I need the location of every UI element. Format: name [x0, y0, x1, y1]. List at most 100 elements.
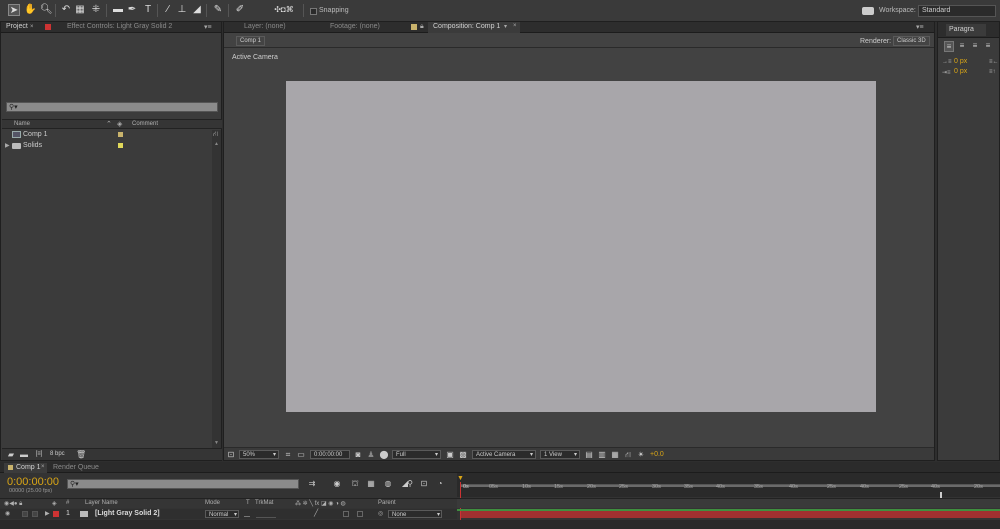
solo-toggle[interactable] [22, 511, 28, 517]
video-eye-icon[interactable]: ◉ [5, 510, 10, 517]
show-snapshot-icon[interactable]: ♟ [366, 450, 376, 459]
adjustment-toggle[interactable] [357, 511, 363, 517]
tab-effect-controls[interactable]: Effect Controls: Light Gray Solid 2 [67, 23, 172, 30]
renderer-button[interactable]: Classic 3D [893, 36, 930, 46]
new-folder-icon[interactable]: ▬ [19, 450, 29, 459]
zoom-select[interactable]: 50% ▾ [239, 450, 279, 459]
interpret-footage-icon[interactable]: ▰ [6, 450, 16, 459]
hand-tool-icon[interactable]: ✋ [24, 4, 36, 16]
label-swatch[interactable] [118, 143, 123, 148]
rotation-tool-icon[interactable]: ↶ [60, 4, 72, 16]
lock-icon[interactable]: 🔒︎ [420, 23, 424, 31]
composition-canvas[interactable] [286, 81, 876, 412]
preserve-transparency-toggle[interactable] [244, 511, 250, 517]
camera-tool-icon[interactable]: ▦ [74, 4, 86, 16]
pen-tool-icon[interactable]: ✒ [126, 4, 138, 16]
close-icon[interactable]: × [513, 23, 517, 29]
align-center-icon[interactable]: ≡ [957, 41, 967, 50]
rectangle-tool-icon[interactable]: ▬ [112, 4, 124, 16]
col-t[interactable]: T [246, 500, 250, 506]
always-preview-icon[interactable]: ⊡ [226, 450, 236, 459]
layer-name[interactable]: [Light Gray Solid 2] [95, 510, 160, 517]
layer-duration-bar[interactable] [461, 510, 1000, 518]
workspace-select[interactable]: Standard [918, 5, 996, 17]
col-parent[interactable]: Parent [378, 500, 396, 506]
frame-blending-icon[interactable]: ▦ [366, 479, 376, 488]
close-icon[interactable]: × [30, 24, 34, 30]
justify-icon[interactable]: ≡ [983, 41, 993, 50]
draft-3d-icon[interactable]: ◉ [332, 479, 342, 488]
new-composition-icon[interactable]: [≡] [34, 450, 44, 459]
tab-project[interactable]: Project [6, 23, 28, 30]
label-swatch[interactable] [118, 132, 123, 137]
quality-icon[interactable]: ╱ [314, 509, 318, 517]
comp-navigator-button[interactable]: Comp 1 [236, 36, 266, 46]
snapping-checkbox[interactable] [310, 8, 317, 15]
snapshot-icon[interactable]: ◙ [353, 450, 363, 459]
hide-shy-layers-icon[interactable]: ⛫ [350, 479, 360, 488]
resolution-select[interactable]: Full ▾ [392, 450, 441, 459]
current-time-field[interactable]: 0:00:00:00 [310, 450, 350, 459]
tab-render-queue[interactable]: Render Queue [53, 464, 99, 471]
panel-menu-icon[interactable]: ▾≡ [204, 23, 212, 31]
type-tool-icon[interactable]: T [142, 4, 154, 16]
fast-previews-icon[interactable]: ▥ [597, 450, 607, 459]
pan-behind-tool-icon[interactable]: ⁜ [90, 4, 102, 16]
brainstorm-icon[interactable]: ⚲ [405, 479, 415, 488]
comp-dropdown-icon[interactable]: ▾ [504, 23, 507, 30]
bit-depth-label[interactable]: 8 bpc [50, 451, 65, 457]
sort-icon[interactable]: ⌃ [106, 120, 112, 128]
region-of-interest-icon[interactable]: ▣ [445, 450, 455, 459]
blend-mode-select[interactable]: Normal ▾ [205, 510, 239, 518]
motion-blur-icon[interactable]: ◍ [383, 479, 393, 488]
flowchart-icon[interactable]: ⛙ [213, 130, 218, 139]
timeline-search-input[interactable]: ⚲▾ [67, 479, 299, 489]
project-scrollbar[interactable]: ⛙ ▲ ▼ [212, 130, 221, 450]
timeline-timecode[interactable]: 0:00:00:00 [7, 476, 59, 488]
col-mode[interactable]: Mode [205, 500, 220, 506]
tab-paragraph[interactable]: Paragra [949, 26, 974, 33]
brush-tool-icon[interactable]: ∕ [162, 4, 174, 16]
transparency-grid-icon[interactable]: ▩ [458, 450, 468, 459]
lock-toggle[interactable] [32, 511, 38, 517]
tab-layer[interactable]: Layer: (none) [244, 23, 286, 30]
selection-tool-icon[interactable]: ➤ [8, 4, 20, 16]
col-name[interactable]: Name [14, 121, 30, 127]
graph-icon[interactable]: ⊡ [419, 479, 429, 488]
close-icon[interactable]: × [41, 464, 45, 470]
puppet-pin-tool-icon[interactable]: ✐ [234, 4, 246, 16]
comp-mini-flowchart-icon[interactable]: ⇉ [307, 479, 317, 488]
indent-first-value[interactable]: 0 px [954, 68, 967, 75]
mask-visibility-icon[interactable]: ▭ [296, 450, 306, 459]
col-layer-name[interactable]: Layer Name [85, 500, 118, 506]
list-item[interactable]: ▶ Solids [2, 141, 212, 151]
tab-composition[interactable]: Composition: Comp 1 [433, 23, 500, 30]
list-item[interactable]: Comp 1 [2, 130, 212, 140]
clone-stamp-tool-icon[interactable]: ⊥ [176, 4, 188, 16]
project-search-input[interactable]: ⚲▾ [6, 102, 218, 112]
tab-footage[interactable]: Footage: (none) [330, 23, 380, 30]
exposure-reset-icon[interactable]: ✴ [636, 450, 646, 459]
expand-arrow-icon[interactable]: ▶ [45, 510, 50, 517]
indent-left-value[interactable]: 0 px [954, 58, 967, 65]
parent-select[interactable]: None ▾ [388, 510, 442, 518]
current-time-indicator-icon[interactable]: ▼ [457, 475, 465, 482]
camera-view-select[interactable]: Active Camera ▾ [472, 450, 536, 459]
3d-layer-toggle[interactable] [343, 511, 349, 517]
eraser-tool-icon[interactable]: ◢ [191, 4, 203, 16]
scroll-down-arrow[interactable]: ▼ [214, 440, 219, 446]
tab-comp[interactable]: Comp 1 [16, 464, 41, 471]
zoom-tool-icon[interactable]: 🔍︎ [40, 4, 53, 16]
panel-menu-icon[interactable]: ▾≡ [916, 23, 924, 31]
col-trkmat[interactable]: TrkMat [255, 500, 273, 506]
view-layout-select[interactable]: 1 View ▾ [540, 450, 580, 459]
channel-icon[interactable]: ⬤ [379, 450, 389, 459]
layer-label-swatch[interactable] [53, 511, 59, 517]
scroll-up-arrow[interactable]: ▲ [214, 141, 219, 147]
timeline-icon[interactable]: ▦ [610, 450, 620, 459]
axis-mode-icons[interactable]: ✣◘⌘ [270, 4, 298, 16]
stopwatch-icon[interactable]: ◔ [435, 479, 445, 488]
roto-brush-tool-icon[interactable]: ✎ [212, 4, 224, 16]
align-left-icon[interactable]: ≡ [944, 41, 954, 52]
table-row[interactable]: ◉ ▶ 1 [Light Gray Solid 2] Normal ▾ ╱ ◎ N… [0, 509, 457, 519]
